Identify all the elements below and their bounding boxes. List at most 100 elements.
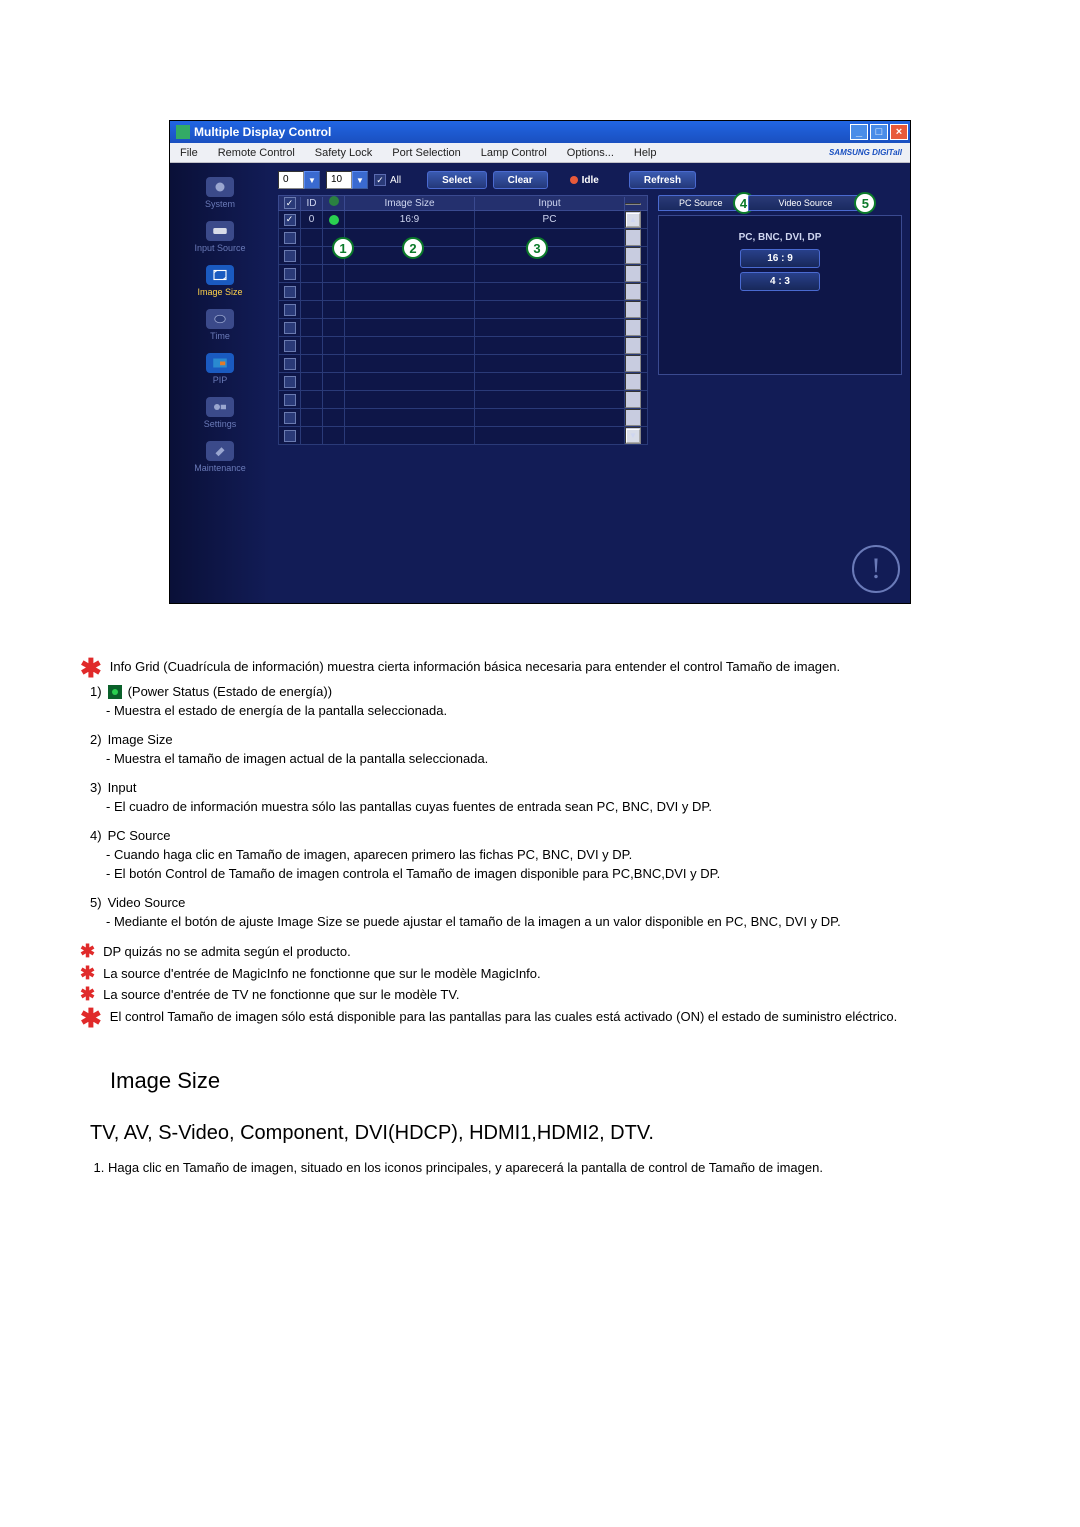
scroll-down-icon[interactable]: ▼ bbox=[626, 429, 640, 443]
list-item: Haga clic en Tamaño de imagen, situado e… bbox=[108, 1159, 1000, 1177]
table-row: ▼ bbox=[278, 427, 648, 445]
note-text: DP quizás no se admita según el producto… bbox=[103, 943, 1000, 961]
row-checkbox[interactable] bbox=[284, 304, 296, 316]
header-image-size: Image Size bbox=[345, 197, 475, 211]
list-number: 5) bbox=[90, 895, 102, 910]
application-window: Multiple Display Control _ □ × File Remo… bbox=[169, 120, 911, 604]
list-sub: - Cuando haga clic en Tamaño de imagen, … bbox=[106, 847, 1000, 862]
power-header-icon bbox=[329, 196, 339, 206]
row-checkbox[interactable] bbox=[284, 232, 296, 244]
tab-pc-source[interactable]: PC Source 4 bbox=[658, 195, 744, 211]
table-row bbox=[278, 283, 648, 301]
sidebar-item-maintenance[interactable]: Maintenance bbox=[170, 437, 270, 475]
chevron-down-icon[interactable]: ▼ bbox=[352, 171, 368, 189]
list-number: 3) bbox=[90, 780, 102, 795]
list-sub: - Mediante el botón de ajuste Image Size… bbox=[106, 914, 1000, 929]
list-head: Input bbox=[108, 780, 137, 795]
checkbox-all[interactable]: ✓ All bbox=[374, 174, 401, 186]
row-checkbox[interactable] bbox=[284, 340, 296, 352]
combo-from[interactable]: 0 ▼ bbox=[278, 171, 320, 189]
list-sub: - El botón Control de Tamaño de imagen c… bbox=[106, 866, 1000, 881]
tab-video-source[interactable]: Video Source 5 bbox=[748, 195, 864, 211]
star-icon: ✱ bbox=[80, 965, 95, 981]
settings-icon bbox=[206, 397, 234, 417]
main-panel: 0 ▼ 10 ▼ ✓ All Select Clear bbox=[270, 163, 910, 603]
right-panel: PC Source 4 Video Source 5 PC, BNC, DVI,… bbox=[658, 195, 902, 445]
source-label: PC, BNC, DVI, DP bbox=[663, 232, 897, 243]
row-checkbox[interactable] bbox=[284, 286, 296, 298]
list-sub: - El cuadro de información muestra sólo … bbox=[106, 799, 1000, 814]
check-icon: ✓ bbox=[284, 197, 296, 209]
table-row[interactable]: ✓ 0 16:9 PC ▲ bbox=[278, 211, 648, 229]
sidebar-item-input-source[interactable]: Input Source bbox=[170, 217, 270, 255]
minimize-button[interactable]: _ bbox=[850, 124, 868, 140]
note-text: Info Grid (Cuadrícula de información) mu… bbox=[110, 658, 1000, 676]
row-checkbox[interactable] bbox=[284, 430, 296, 442]
list-head: Image Size bbox=[108, 732, 173, 747]
pip-icon bbox=[206, 353, 234, 373]
callout-2: 2 bbox=[402, 237, 424, 259]
menu-options[interactable]: Options... bbox=[557, 145, 624, 161]
tab-label: Video Source bbox=[779, 198, 833, 208]
refresh-button[interactable]: Refresh bbox=[629, 171, 696, 189]
table-row bbox=[278, 301, 648, 319]
row-checkbox[interactable] bbox=[284, 376, 296, 388]
scroll-up-icon[interactable]: ▲ bbox=[626, 213, 640, 227]
list-number: 2) bbox=[90, 732, 102, 747]
row-checkbox[interactable] bbox=[284, 250, 296, 262]
combo-value: 10 bbox=[326, 171, 352, 189]
sidebar-item-pip[interactable]: PIP bbox=[170, 349, 270, 387]
sidebar-item-settings[interactable]: Settings bbox=[170, 393, 270, 431]
clear-button[interactable]: Clear bbox=[493, 171, 548, 189]
menu-remote-control[interactable]: Remote Control bbox=[208, 145, 305, 161]
star-icon: ✱ bbox=[80, 943, 95, 959]
app-icon bbox=[176, 125, 190, 139]
star-icon: ✱ bbox=[80, 658, 102, 678]
combo-to[interactable]: 10 ▼ bbox=[326, 171, 368, 189]
input-source-icon bbox=[206, 221, 234, 241]
callout-5: 5 bbox=[854, 192, 876, 214]
time-icon bbox=[206, 309, 234, 329]
sidebar-item-system[interactable]: System bbox=[170, 173, 270, 211]
star-icon: ✱ bbox=[80, 1008, 102, 1028]
ratio-16-9-button[interactable]: 16 : 9 bbox=[740, 249, 820, 268]
power-status-icon bbox=[108, 685, 122, 699]
menu-help[interactable]: Help bbox=[624, 145, 667, 161]
table-row bbox=[278, 355, 648, 373]
row-checkbox[interactable] bbox=[284, 322, 296, 334]
info-grid: ✓ ID Image Size Input ✓ 0 16:9 bbox=[278, 195, 648, 445]
close-button[interactable]: × bbox=[890, 124, 908, 140]
list-head: PC Source bbox=[108, 828, 171, 843]
header-id: ID bbox=[301, 197, 323, 211]
menu-port-selection[interactable]: Port Selection bbox=[382, 145, 470, 161]
row-checkbox[interactable] bbox=[284, 394, 296, 406]
row-checkbox[interactable]: ✓ bbox=[284, 214, 296, 226]
ratio-4-3-button[interactable]: 4 : 3 bbox=[740, 272, 820, 291]
menu-lamp-control[interactable]: Lamp Control bbox=[471, 145, 557, 161]
menu-file[interactable]: File bbox=[170, 145, 208, 161]
menu-safety-lock[interactable]: Safety Lock bbox=[305, 145, 382, 161]
note-text: La source d'entrée de TV ne fonctionne q… bbox=[103, 986, 1000, 1004]
select-button[interactable]: Select bbox=[427, 171, 486, 189]
note-text: La source d'entrée de MagicInfo ne fonct… bbox=[103, 965, 1000, 983]
idle-dot-icon bbox=[570, 176, 578, 184]
row-checkbox[interactable] bbox=[284, 268, 296, 280]
system-icon bbox=[206, 177, 234, 197]
sidebar-item-image-size[interactable]: Image Size bbox=[170, 261, 270, 299]
checkbox-label: All bbox=[390, 175, 401, 186]
row-checkbox[interactable] bbox=[284, 358, 296, 370]
checkbox-icon: ✓ bbox=[374, 174, 386, 186]
warning-icon: ! bbox=[852, 545, 900, 593]
maximize-button[interactable]: □ bbox=[870, 124, 888, 140]
row-checkbox[interactable] bbox=[284, 412, 296, 424]
callout-3: 3 bbox=[526, 237, 548, 259]
menubar: File Remote Control Safety Lock Port Sel… bbox=[170, 143, 910, 163]
chevron-down-icon[interactable]: ▼ bbox=[304, 171, 320, 189]
table-row bbox=[278, 265, 648, 283]
header-input: Input bbox=[475, 197, 625, 211]
sidebar-item-time[interactable]: Time bbox=[170, 305, 270, 343]
section-title: Image Size bbox=[110, 1068, 1000, 1094]
row-image-size: 16:9 bbox=[345, 211, 475, 228]
callout-1: 1 bbox=[332, 237, 354, 259]
image-size-icon bbox=[206, 265, 234, 285]
